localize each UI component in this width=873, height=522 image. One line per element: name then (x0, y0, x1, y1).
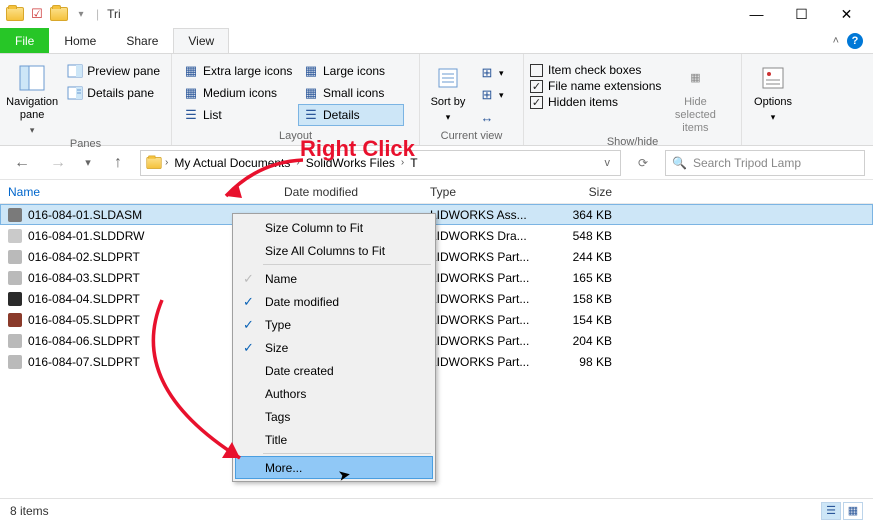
minimize-button[interactable]: — (734, 0, 779, 28)
forward-button[interactable]: → (44, 149, 72, 177)
file-row[interactable]: 016-084-01.SLDASMLIDWORKS Ass...364 KB (0, 204, 873, 225)
close-button[interactable]: ✕ (824, 0, 869, 28)
ctx-col-date-created[interactable]: Date created (235, 359, 433, 382)
sort-by-button[interactable]: Sort by ▾ (426, 60, 470, 124)
hide-selected-button[interactable]: ▦ Hide selected items (665, 60, 725, 135)
medium-icons[interactable]: ▦Medium icons (178, 82, 298, 104)
item-check-boxes[interactable]: Item check boxes (530, 62, 661, 78)
annotation-label: Right Click (300, 136, 415, 162)
options-button[interactable]: Options ▾ (748, 60, 798, 124)
help-icon[interactable]: ? (847, 33, 863, 49)
tab-file[interactable]: File (0, 28, 49, 53)
group-by-button[interactable]: ⊞▾ (474, 62, 509, 84)
ctx-col-tags[interactable]: Tags (235, 405, 433, 428)
column-type[interactable]: Type (422, 185, 540, 199)
file-row[interactable]: 016-084-06.SLDPRTLIDWORKS Part...204 KB (0, 330, 873, 351)
preview-pane-button[interactable]: Preview pane (62, 60, 165, 82)
title-bar: ☑ ▾ | Tri — ☐ ✕ (0, 0, 873, 28)
ctx-col-authors[interactable]: Authors (235, 382, 433, 405)
breadcrumb-seg-1[interactable]: My Actual Documents (170, 156, 294, 170)
ctx-size-column-to-fit[interactable]: Size Column to Fit (235, 216, 433, 239)
qat-folder-icon[interactable] (4, 3, 26, 25)
file-row[interactable]: 016-084-07.SLDPRTLIDWORKS Part...98 KB (0, 351, 873, 372)
file-row[interactable]: 016-084-02.SLDPRTLIDWORKS Part...244 KB (0, 246, 873, 267)
window-title: Tri (107, 7, 121, 21)
hidden-items[interactable]: ✓Hidden items (530, 94, 661, 110)
refresh-button[interactable]: ⟳ (629, 150, 657, 176)
column-headers: Name Date modified Type Size (0, 180, 873, 204)
back-button[interactable]: ← (8, 149, 36, 177)
ribbon-collapse-icon[interactable]: ˄ (833, 35, 839, 47)
qat-new-folder-icon[interactable] (48, 3, 70, 25)
small-icons[interactable]: ▦Small icons (298, 82, 404, 104)
column-name[interactable]: Name (0, 185, 276, 199)
file-row[interactable]: 016-084-01.SLDDRWLIDWORKS Dra...548 KB (0, 225, 873, 246)
up-button[interactable]: ↑ (104, 149, 132, 177)
column-size[interactable]: Size (540, 185, 630, 199)
ctx-size-all-columns[interactable]: Size All Columns to Fit (235, 239, 433, 262)
ctx-col-title[interactable]: Title (235, 428, 433, 451)
ctx-col-type[interactable]: ✓Type (235, 313, 433, 336)
add-columns-button[interactable]: ⊞▾ (474, 84, 509, 106)
ctx-col-date[interactable]: ✓Date modified (235, 290, 433, 313)
thumbnail-view-icon[interactable]: ▦ (843, 502, 863, 520)
file-name-extensions[interactable]: ✓File name extensions (530, 78, 661, 94)
tab-home[interactable]: Home (49, 28, 111, 53)
file-row[interactable]: 016-084-05.SLDPRTLIDWORKS Part...154 KB (0, 309, 873, 330)
item-count: 8 items (10, 504, 49, 518)
list-view[interactable]: ☰List (178, 104, 298, 126)
ctx-col-size[interactable]: ✓Size (235, 336, 433, 359)
group-current-view-label: Current view (426, 129, 517, 145)
extra-large-icons[interactable]: ▦Extra large icons (178, 60, 298, 82)
ctx-more[interactable]: More... (235, 456, 433, 479)
file-list: 016-084-01.SLDASMLIDWORKS Ass...364 KB01… (0, 204, 873, 498)
size-columns-button[interactable]: ↔ (474, 106, 509, 128)
details-view[interactable]: ☰Details (298, 104, 404, 126)
column-date[interactable]: Date modified (276, 185, 422, 199)
details-pane-button[interactable]: Details pane (62, 82, 165, 104)
file-row[interactable]: 016-084-04.SLDPRTLIDWORKS Part...158 KB (0, 288, 873, 309)
column-context-menu: Size Column to Fit Size All Columns to F… (232, 213, 436, 482)
address-bar-row: ← → ▾ ↑ › My Actual Documents› SolidWork… (0, 146, 873, 180)
folder-icon (146, 157, 161, 169)
qat-dropdown-icon[interactable]: ▾ (70, 3, 92, 25)
navigation-pane-button[interactable]: Navigation pane ▾ (6, 60, 58, 137)
search-box[interactable]: 🔍 Search Tripod Lamp (665, 150, 865, 176)
qat-properties-icon[interactable]: ☑ (26, 3, 48, 25)
large-icons[interactable]: ▦Large icons (298, 60, 404, 82)
tab-view[interactable]: View (173, 28, 229, 53)
file-row[interactable]: 016-084-03.SLDPRTLIDWORKS Part...165 KB (0, 267, 873, 288)
status-bar: 8 items ☰ ▦ (0, 498, 873, 522)
ribbon-tabs: File Home Share View ˄ ? (0, 28, 873, 54)
ribbon: Navigation pane ▾ Preview pane Details p… (0, 54, 873, 146)
details-view-icon[interactable]: ☰ (821, 502, 841, 520)
recent-locations-button[interactable]: ▾ (80, 149, 96, 177)
search-icon: 🔍 (672, 156, 687, 170)
tab-share[interactable]: Share (111, 28, 173, 53)
ctx-col-name[interactable]: ✓Name (235, 267, 433, 290)
breadcrumb-dropdown[interactable]: v (599, 157, 617, 169)
maximize-button[interactable]: ☐ (779, 0, 824, 28)
